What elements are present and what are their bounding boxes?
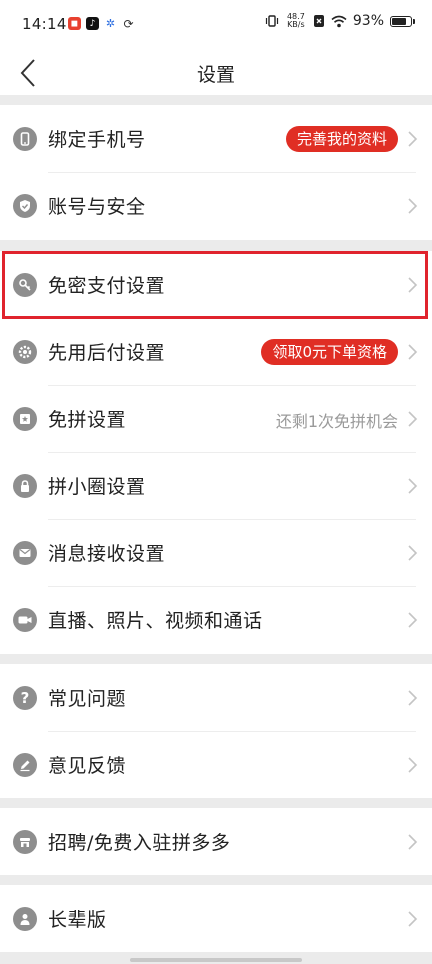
settings-item-account-security[interactable]: 账号与安全: [0, 172, 432, 239]
settings-group-merchant: 招聘/免费入驻拼多多: [0, 808, 432, 875]
battery-fill: [392, 17, 406, 25]
pen-icon: [13, 753, 37, 777]
elder-icon: [13, 907, 37, 931]
chevron-right-icon: [408, 277, 418, 293]
divider: [48, 318, 416, 319]
wifi-icon: [331, 15, 347, 27]
status-time: 14:14: [22, 15, 67, 33]
free-group-hint: 还剩1次免拼机会: [275, 412, 398, 431]
settings-item-bind-phone[interactable]: 绑定手机号 完善我的资料: [0, 105, 432, 172]
chevron-right-icon: [408, 131, 418, 147]
settings-item-label: 账号与安全: [48, 196, 146, 218]
mail-icon: [13, 541, 37, 565]
app-icon-blue: ✲: [104, 17, 117, 30]
tiktok-icon: ♪: [86, 17, 99, 30]
settings-item-label: 招聘/免费入驻拼多多: [48, 832, 231, 854]
lock-icon: [13, 474, 37, 498]
chevron-right-icon: [408, 478, 418, 494]
store-icon: [13, 830, 37, 854]
chevron-right-icon: [408, 411, 418, 427]
status-bar: 14:14 ◼ ♪ ✲ ⟳ 48.7 KB/s 93%: [0, 0, 432, 50]
video-icon: [13, 608, 37, 632]
settings-item-label: 直播、照片、视频和通话: [48, 610, 263, 632]
settings-item-label: 免密支付设置: [48, 275, 166, 297]
network-speed-unit: KB/s: [287, 20, 305, 29]
settings-item-live-photo-video-call[interactable]: 直播、照片、视频和通话: [0, 586, 432, 653]
settings-item-label: 免拼设置: [48, 409, 127, 431]
settings-item-label: 先用后付设置: [48, 342, 166, 364]
chevron-right-icon: [408, 612, 418, 628]
settings-group-features: 免密支付设置 先用后付设置 领取0元下单资格 免拼设置 还剩1次免拼机会 拼小圈…: [0, 251, 432, 654]
key-icon: [13, 273, 37, 297]
settings-item-pin-circle[interactable]: 拼小圈设置: [0, 452, 432, 519]
app-icon-red: ◼: [68, 17, 81, 30]
divider: [48, 172, 416, 173]
ticket-icon: [13, 407, 37, 431]
settings-item-feedback[interactable]: 意见反馈: [0, 731, 432, 798]
chevron-right-icon: [408, 545, 418, 561]
sync-icon: ⟳: [122, 16, 135, 31]
divider: [48, 385, 416, 386]
page-title: 设置: [196, 64, 235, 86]
divider: [48, 452, 416, 453]
nav-bar: 设置: [0, 50, 432, 95]
phone-icon: [13, 127, 37, 151]
system-icons: 48.7 KB/s 93%: [265, 13, 415, 29]
divider: [48, 586, 416, 587]
settings-item-recruit-merchant[interactable]: 招聘/免费入驻拼多多: [0, 808, 432, 875]
chevron-right-icon: [408, 757, 418, 773]
network-speed: 48.7 KB/s: [285, 13, 307, 29]
settings-item-label: 意见反馈: [48, 755, 127, 777]
settings-item-label: 绑定手机号: [48, 129, 146, 151]
settings-item-message-receive[interactable]: 消息接收设置: [0, 519, 432, 586]
shield-icon: [13, 194, 37, 218]
settings-item-faq[interactable]: ? 常见问题: [0, 664, 432, 731]
settings-item-label: 常见问题: [48, 688, 127, 710]
question-icon: ?: [13, 686, 37, 710]
settings-item-label: 长辈版: [48, 909, 107, 931]
battery-icon: [390, 15, 415, 27]
chevron-right-icon: [408, 690, 418, 706]
settings-item-password-free-payment[interactable]: 免密支付设置: [0, 251, 432, 318]
settings-item-pay-later[interactable]: 先用后付设置 领取0元下单资格: [0, 318, 432, 385]
settings-item-label: 拼小圈设置: [48, 476, 146, 498]
pay-later-badge[interactable]: 领取0元下单资格: [261, 339, 398, 365]
vibrate-icon: [265, 15, 278, 27]
chevron-right-icon: [408, 344, 418, 360]
settings-item-elder-mode[interactable]: 长辈版: [0, 885, 432, 952]
chevron-right-icon: [408, 834, 418, 850]
settings-group-help: ? 常见问题 意见反馈: [0, 664, 432, 798]
settings-group-account: 绑定手机号 完善我的资料 账号与安全: [0, 105, 432, 240]
notification-icons: ◼ ♪ ✲ ⟳: [68, 16, 135, 31]
sim-off-icon: [313, 15, 324, 27]
profile-badge[interactable]: 完善我的资料: [285, 126, 398, 152]
gear-icon: [13, 340, 37, 364]
chevron-right-icon: [408, 911, 418, 927]
chevron-right-icon: [408, 198, 418, 214]
settings-item-label: 消息接收设置: [48, 543, 166, 565]
battery-percent: 93%: [352, 13, 384, 29]
home-indicator[interactable]: [130, 958, 302, 962]
divider: [48, 731, 416, 732]
settings-item-free-group[interactable]: 免拼设置 还剩1次免拼机会: [0, 385, 432, 452]
divider: [48, 519, 416, 520]
settings-group-elder: 长辈版: [0, 885, 432, 952]
